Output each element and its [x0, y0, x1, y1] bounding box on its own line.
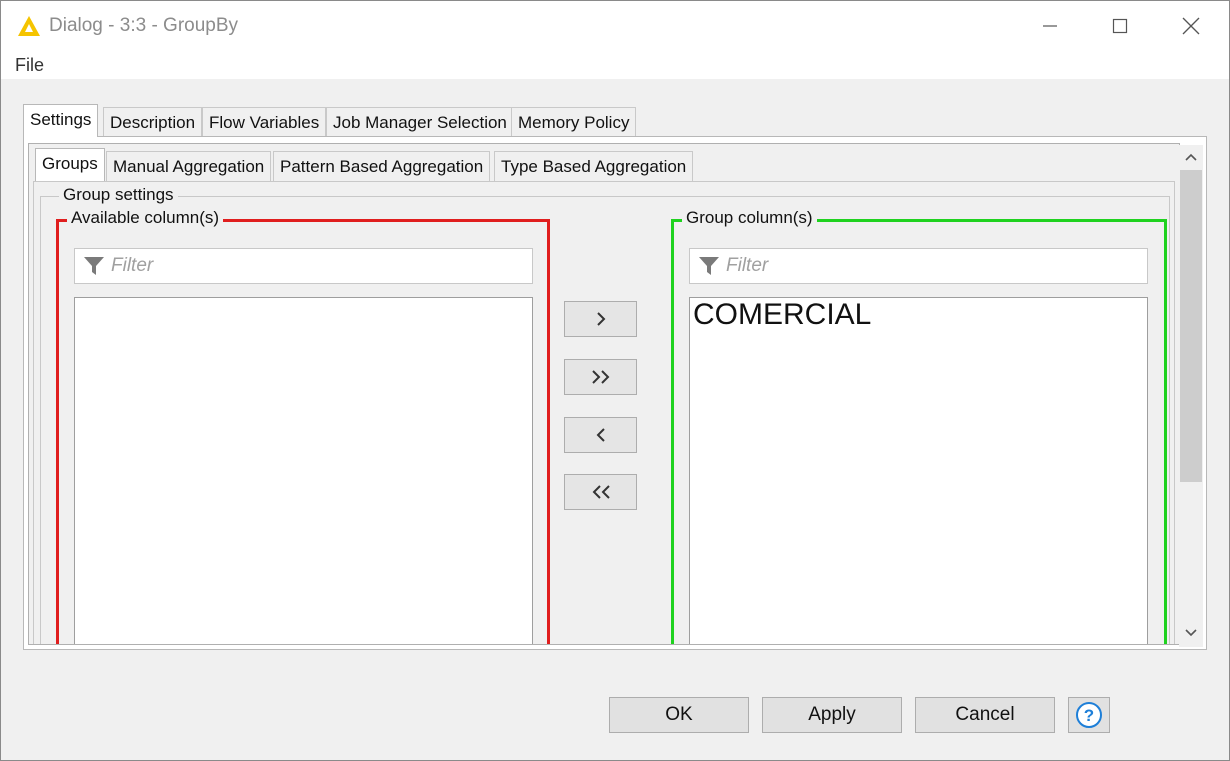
apply-button[interactable]: Apply: [762, 697, 902, 733]
tab-manual-aggregation[interactable]: Manual Aggregation: [106, 151, 272, 181]
maximize-button[interactable]: [1085, 1, 1155, 51]
scroll-up-button[interactable]: [1179, 145, 1203, 169]
close-button[interactable]: [1156, 1, 1226, 51]
list-item[interactable]: COMERCIAL: [693, 298, 871, 332]
window-title: Dialog - 3:3 - GroupBy: [49, 15, 239, 36]
tab-flow-variables[interactable]: Flow Variables: [202, 107, 327, 137]
available-columns-list[interactable]: [74, 297, 533, 644]
group-filter-placeholder: Filter: [726, 255, 769, 276]
dialog-window: Dialog - 3:3 - GroupBy File Settings Des…: [0, 0, 1230, 761]
menu-bar: File: [1, 51, 1229, 79]
group-columns-legend: Group column(s): [682, 208, 817, 228]
knime-logo-icon: [18, 16, 40, 36]
tab-memory-policy[interactable]: Memory Policy: [511, 107, 637, 137]
tab-pattern-based-aggregation[interactable]: Pattern Based Aggregation: [273, 151, 491, 181]
group-filter-input[interactable]: Filter: [689, 248, 1148, 284]
tab-settings[interactable]: Settings: [23, 104, 99, 137]
group-columns-box: Group column(s) Filter COMERCIAL: [671, 208, 1167, 644]
available-filter-input[interactable]: Filter: [74, 248, 533, 284]
chevron-down-icon: [1185, 629, 1197, 637]
help-button[interactable]: ?: [1068, 697, 1110, 733]
scroll-down-button[interactable]: [1179, 621, 1203, 645]
minimize-icon: [1043, 25, 1057, 27]
minimize-button[interactable]: [1015, 1, 1085, 51]
cancel-button[interactable]: Cancel: [915, 697, 1055, 733]
tab-job-manager-selection[interactable]: Job Manager Selection: [326, 107, 514, 137]
add-button[interactable]: [564, 301, 637, 337]
tab-description[interactable]: Description: [103, 107, 203, 137]
remove-button[interactable]: [564, 417, 637, 453]
remove-all-icon: [592, 485, 610, 499]
ok-button[interactable]: OK: [609, 697, 749, 733]
menu-file[interactable]: File: [15, 55, 44, 76]
tab-groups[interactable]: Groups: [35, 148, 105, 181]
filter-icon: [699, 257, 719, 275]
add-all-icon: [591, 370, 609, 384]
add-icon: [596, 312, 605, 326]
groups-tab-content: Group settings Available column(s) Filte…: [33, 181, 1175, 644]
group-columns-list[interactable]: COMERCIAL: [689, 297, 1148, 644]
filter-icon: [84, 257, 104, 275]
group-settings-legend: Group settings: [59, 185, 178, 205]
help-icon: ?: [1076, 702, 1102, 728]
svg-text:?: ?: [1084, 706, 1094, 725]
remove-all-button[interactable]: [564, 474, 637, 510]
close-icon: [1182, 17, 1200, 35]
chevron-up-icon: [1185, 153, 1197, 161]
vertical-scrollbar[interactable]: [1179, 145, 1203, 647]
available-filter-placeholder: Filter: [111, 255, 154, 276]
remove-icon: [596, 428, 605, 442]
maximize-icon: [1112, 18, 1128, 34]
tab-type-based-aggregation[interactable]: Type Based Aggregation: [494, 151, 694, 181]
available-columns-box: Available column(s) Filter: [56, 208, 550, 644]
add-all-button[interactable]: [564, 359, 637, 395]
scrollbar-thumb[interactable]: [1180, 170, 1202, 482]
title-bar: Dialog - 3:3 - GroupBy: [1, 1, 1229, 51]
available-columns-legend: Available column(s): [67, 208, 224, 228]
